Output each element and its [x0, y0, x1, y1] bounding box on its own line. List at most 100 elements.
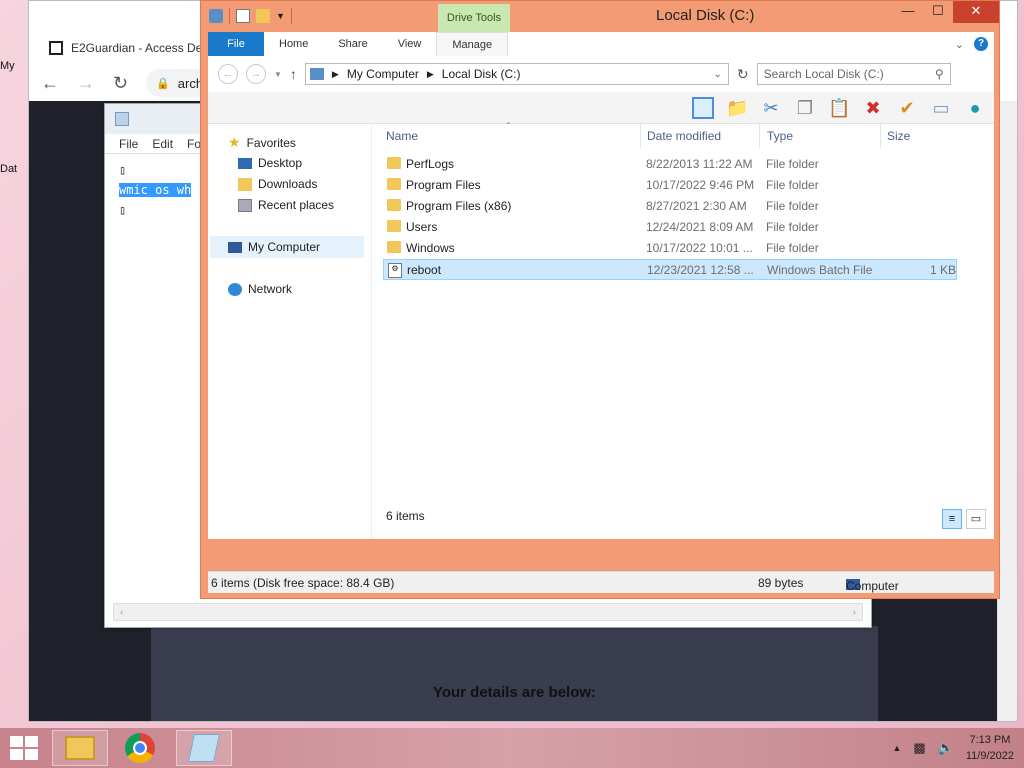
- navigation-pane: ★ Favorites Desktop Downloads Recent pla…: [208, 124, 372, 539]
- explorer-window: ▼ Drive Tools Local Disk (C:) — ☐ ✕ File…: [200, 0, 1000, 599]
- menu-edit[interactable]: Edit: [152, 137, 173, 151]
- taskbar-file-explorer[interactable]: [52, 730, 108, 766]
- forward-icon[interactable]: →: [77, 73, 95, 94]
- close-button[interactable]: ✕: [953, 1, 999, 23]
- move-to-folder-icon[interactable]: 📁: [726, 97, 748, 119]
- rename-field-icon[interactable]: ▭: [930, 97, 952, 119]
- start-button[interactable]: [10, 736, 38, 760]
- file-type: File folder: [766, 241, 819, 255]
- file-name: Program Files: [406, 178, 481, 192]
- column-header-date[interactable]: Date modified: [647, 129, 721, 143]
- file-row[interactable]: Windows 10/17/2022 10:01 ... File folder: [383, 238, 957, 259]
- delete-icon[interactable]: ✖: [862, 97, 884, 119]
- tab-home[interactable]: Home: [264, 32, 323, 56]
- minimize-button[interactable]: —: [893, 1, 923, 23]
- tab-share[interactable]: Share: [323, 32, 382, 56]
- preview-pane-icon[interactable]: [692, 96, 714, 119]
- cut-icon[interactable]: ✂: [760, 97, 782, 119]
- item-count: 6 items: [386, 509, 425, 523]
- selected-text-line: wmic os wh: [119, 183, 192, 197]
- back-button[interactable]: ←: [218, 64, 238, 84]
- nav-favorites[interactable]: ★ Favorites: [228, 134, 296, 151]
- reload-icon[interactable]: ↻: [113, 73, 128, 94]
- network-tray-icon[interactable]: ▩: [913, 740, 925, 756]
- page-scrollbar[interactable]: [997, 101, 1017, 721]
- recent-locations-icon[interactable]: ▼: [274, 70, 282, 79]
- rename-check-icon[interactable]: ✔: [896, 97, 918, 119]
- explorer-titlebar[interactable]: ▼ Drive Tools Local Disk (C:) — ☐ ✕: [201, 1, 999, 32]
- copy-icon[interactable]: ❐: [794, 97, 816, 119]
- breadcrumb-my-computer[interactable]: My Computer: [347, 67, 419, 81]
- window-controls: — ☐ ✕: [893, 1, 999, 23]
- address-dropdown-icon[interactable]: ⌄: [714, 69, 728, 80]
- nav-recent-places[interactable]: Recent places: [238, 198, 334, 212]
- scroll-right-icon[interactable]: ›: [853, 607, 856, 618]
- desktop-icon-label[interactable]: Dat: [0, 163, 17, 175]
- back-icon[interactable]: ←: [41, 73, 59, 94]
- tab-file[interactable]: File: [208, 32, 264, 56]
- taskbar-notepad[interactable]: [176, 730, 232, 766]
- nav-label: Network: [248, 282, 293, 296]
- desktop-icon-label[interactable]: My: [0, 60, 15, 72]
- nav-downloads[interactable]: Downloads: [238, 177, 317, 191]
- browser-tab[interactable]: E2Guardian - Access Den: [39, 31, 219, 65]
- help-icon[interactable]: ?: [974, 37, 988, 51]
- column-header-size[interactable]: Size: [887, 129, 910, 143]
- column-divider[interactable]: [880, 124, 881, 148]
- new-folder-icon[interactable]: [256, 9, 270, 23]
- network-globe-icon[interactable]: ●: [964, 97, 986, 119]
- file-row[interactable]: ⚙ reboot 12/23/2021 12:58 ... Windows Batch…: [383, 259, 957, 280]
- file-type: File folder: [766, 220, 819, 234]
- column-header-type[interactable]: Type: [767, 129, 793, 143]
- search-icon[interactable]: ⚲: [935, 67, 944, 81]
- details-view-icon[interactable]: ≡: [942, 509, 962, 529]
- file-row[interactable]: PerfLogs 8/22/2013 11:22 AM File folder: [383, 154, 957, 175]
- taskbar-chrome[interactable]: [112, 730, 168, 766]
- computer-icon[interactable]: [209, 9, 223, 23]
- search-input[interactable]: Search Local Disk (C:) ⚲: [756, 63, 951, 85]
- address-bar[interactable]: ▶ My Computer ▶ Local Disk (C:) ⌄: [304, 63, 729, 85]
- volume-icon[interactable]: 🔈: [938, 740, 954, 756]
- file-date: 12/23/2021 12:58 ...: [647, 263, 754, 277]
- forward-button[interactable]: →: [246, 64, 266, 84]
- nav-my-computer[interactable]: My Computer: [210, 236, 364, 258]
- recent-places-icon: [238, 198, 252, 212]
- breadcrumb-separator-icon[interactable]: ▶: [332, 69, 339, 80]
- file-name: reboot: [407, 263, 442, 277]
- show-hidden-icons-icon[interactable]: ▲: [892, 743, 901, 753]
- properties-icon[interactable]: [236, 9, 250, 23]
- maximize-button[interactable]: ☐: [923, 1, 953, 23]
- nav-label: Favorites: [246, 135, 296, 150]
- tab-manage[interactable]: Manage: [436, 32, 509, 56]
- file-name: PerfLogs: [406, 157, 455, 171]
- windows-logo-icon: [10, 736, 23, 747]
- sort-ascending-icon: ⌃: [505, 121, 512, 130]
- status-bar: 6 items (Disk free space: 88.4 GB) 89 by…: [208, 571, 994, 593]
- file-row[interactable]: Program Files (x86) 8/27/2021 2:30 AM File…: [383, 196, 957, 217]
- menu-file[interactable]: File: [119, 137, 138, 151]
- horizontal-scrollbar[interactable]: ‹ ›: [113, 603, 863, 621]
- file-name: Users: [406, 220, 438, 234]
- customize-toolbar-icon[interactable]: ▼: [276, 11, 285, 21]
- clock-date: 11/9/2022: [965, 750, 1014, 762]
- breadcrumb-local-disk[interactable]: Local Disk (C:): [442, 67, 521, 81]
- column-divider[interactable]: [640, 124, 641, 148]
- large-icons-view-icon[interactable]: ▭: [966, 509, 986, 529]
- expand-ribbon-icon[interactable]: ⌄: [955, 38, 964, 51]
- paste-icon[interactable]: 📋: [828, 97, 850, 119]
- column-header-name[interactable]: Name: [386, 129, 418, 143]
- nav-desktop[interactable]: Desktop: [238, 156, 302, 170]
- refresh-button[interactable]: ↻: [737, 66, 749, 83]
- file-row[interactable]: Users 12/24/2021 8:09 AM File folder: [383, 217, 957, 238]
- notepad-icon: [188, 734, 220, 762]
- clock[interactable]: 7:13 PM 11/9/2022: [966, 732, 1014, 764]
- file-row[interactable]: Program Files 10/17/2022 9:46 PM File fold…: [383, 175, 957, 196]
- nav-label: Desktop: [258, 156, 303, 170]
- scroll-left-icon[interactable]: ‹: [120, 607, 123, 618]
- column-divider[interactable]: [759, 124, 760, 148]
- up-button[interactable]: ↑: [290, 66, 297, 82]
- tab-view[interactable]: View: [383, 32, 437, 56]
- nav-network[interactable]: Network: [228, 282, 292, 296]
- breadcrumb-separator-icon[interactable]: ▶: [427, 69, 434, 80]
- file-date: 10/17/2022 10:01 ...: [646, 241, 753, 255]
